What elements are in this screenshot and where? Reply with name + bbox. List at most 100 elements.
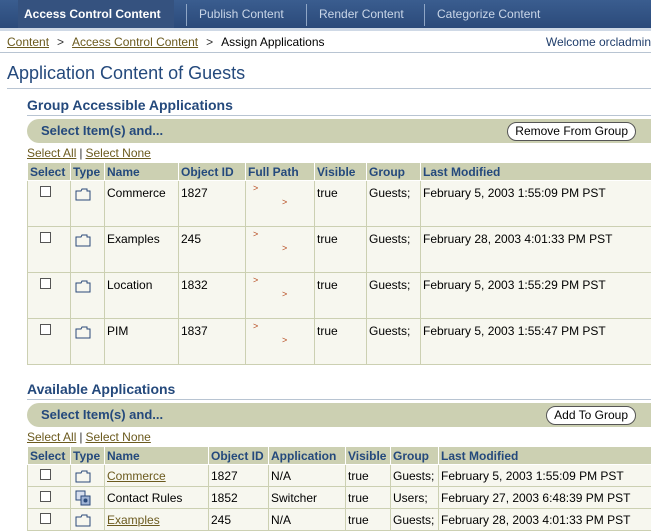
available-applications-heading: Available Applications [27, 381, 175, 397]
row-select-checkbox[interactable] [40, 232, 51, 243]
group-applications-heading: Group Accessible Applications [27, 97, 233, 113]
column-header-last-modified: Last Modified [439, 447, 651, 465]
page-title: Application Content of Guests [7, 63, 245, 84]
rule-component-icon [75, 490, 91, 506]
tab-divider [306, 4, 307, 26]
row-group: Users; [391, 487, 439, 509]
select-none-link[interactable]: Select None [85, 146, 150, 160]
row-group: Guests; [367, 181, 421, 227]
table-row: Examples 245 N/A true Guests; February 2… [28, 509, 651, 531]
folder-icon [75, 187, 91, 201]
row-group: Guests; [367, 273, 421, 319]
row-object-id: 1832 [179, 273, 246, 319]
row-visible: true [346, 487, 391, 509]
row-group: Guests; [367, 227, 421, 273]
path-arrow[interactable]: > [253, 321, 258, 331]
table-row: Contact Rules 1852 Switcher true Users; … [28, 487, 651, 509]
tab-divider [186, 4, 187, 26]
row-object-id: 1827 [179, 181, 246, 227]
column-header-group: Group [367, 163, 421, 181]
row-visible: true [315, 181, 367, 227]
row-visible: true [346, 509, 391, 531]
row-visible: true [315, 273, 367, 319]
select-all-link[interactable]: Select All [27, 430, 76, 444]
table-row: Commerce 1827 N/A true Guests; February … [28, 465, 651, 487]
select-items-label: Select Item(s) and... [41, 123, 163, 138]
section-divider [27, 115, 651, 116]
row-last-modified: February 5, 2003 1:55:09 PM PST [439, 465, 651, 487]
row-select-checkbox[interactable] [40, 491, 51, 502]
column-header-full-path: Full Path [246, 163, 315, 181]
full-path-cell: >> [248, 232, 312, 268]
breadcrumb-current: Assign Applications [221, 35, 324, 49]
row-select-checkbox[interactable] [40, 186, 51, 197]
full-path-cell: >> [248, 186, 312, 222]
available-select-links: Select All|Select None [27, 430, 151, 444]
path-arrow[interactable]: > [282, 335, 287, 345]
available-actions-bar: Select Item(s) and... Add To Group [27, 403, 651, 427]
select-none-link[interactable]: Select None [85, 430, 150, 444]
row-last-modified: February 5, 2003 1:55:29 PM PST [421, 273, 651, 319]
select-all-link[interactable]: Select All [27, 146, 76, 160]
column-header-application: Application [269, 447, 346, 465]
row-name: Commerce [105, 181, 179, 227]
row-name-link[interactable]: Commerce [107, 469, 166, 483]
tab-access-control-content[interactable]: Access Control Content [18, 0, 174, 28]
row-select-checkbox[interactable] [40, 324, 51, 335]
folder-icon [75, 325, 91, 339]
breadcrumb: Content>Access Control Content>Assign Ap… [7, 35, 325, 49]
path-arrow[interactable]: > [253, 183, 258, 193]
breadcrumb-divider [0, 52, 651, 53]
path-arrow[interactable]: > [282, 289, 287, 299]
column-header-object-id: Object ID [209, 447, 269, 465]
tab-categorize-content[interactable]: Categorize Content [431, 0, 546, 28]
welcome-message: Welcome orcladmin [546, 35, 651, 49]
table-row: Location 1832 > > true Guests; February 5… [28, 273, 651, 319]
row-name-link[interactable]: Examples [107, 513, 160, 527]
row-visible: true [315, 227, 367, 273]
column-header-type: Type [71, 447, 105, 465]
row-group: Guests; [391, 509, 439, 531]
remove-from-group-button[interactable]: Remove From Group [507, 122, 636, 141]
select-items-label: Select Item(s) and... [41, 407, 163, 422]
row-application: N/A [269, 509, 346, 531]
group-select-links: Select All|Select None [27, 146, 151, 160]
available-applications-table: Select Type Name Object ID Application V… [27, 446, 651, 531]
row-object-id: 1827 [209, 465, 269, 487]
row-name: Location [105, 273, 179, 319]
row-name: Examples [105, 227, 179, 273]
column-header-group: Group [391, 447, 439, 465]
table-header-row: Select Type Name Object ID Full Path Vis… [28, 163, 651, 181]
table-header-row: Select Type Name Object ID Application V… [28, 447, 651, 465]
tab-divider [424, 4, 425, 26]
breadcrumb-link-access-control-content[interactable]: Access Control Content [72, 35, 198, 49]
path-arrow[interactable]: > [282, 243, 287, 253]
row-application: N/A [269, 465, 346, 487]
column-header-select: Select [28, 163, 71, 181]
breadcrumb-link-content[interactable]: Content [7, 35, 49, 49]
table-row: Examples 245 >> true Guests; February 28… [28, 227, 651, 273]
path-arrow[interactable]: > [253, 229, 258, 239]
row-select-checkbox[interactable] [40, 513, 51, 524]
section-divider [27, 399, 651, 400]
row-object-id: 245 [179, 227, 246, 273]
add-to-group-button[interactable]: Add To Group [546, 406, 636, 425]
column-header-visible: Visible [346, 447, 391, 465]
tab-render-content[interactable]: Render Content [313, 0, 410, 28]
row-application: Switcher [269, 487, 346, 509]
column-header-type: Type [71, 163, 105, 181]
row-select-checkbox[interactable] [40, 469, 51, 480]
row-name: PIM [105, 319, 179, 365]
table-row: Commerce 1827 >> true Guests; February 5… [28, 181, 651, 227]
breadcrumb-separator: > [198, 35, 221, 49]
path-arrow[interactable]: > [253, 275, 258, 285]
tab-publish-content[interactable]: Publish Content [193, 0, 290, 28]
row-group: Guests; [367, 319, 421, 365]
table-row: PIM 1837 >> true Guests; February 5, 200… [28, 319, 651, 365]
row-select-checkbox[interactable] [40, 278, 51, 289]
row-visible: true [346, 465, 391, 487]
top-tab-bar: Access Control Content Publish Content R… [0, 0, 651, 32]
column-header-visible: Visible [315, 163, 367, 181]
row-last-modified: February 28, 2003 4:01:33 PM PST [439, 509, 651, 531]
path-arrow[interactable]: > [282, 197, 287, 207]
